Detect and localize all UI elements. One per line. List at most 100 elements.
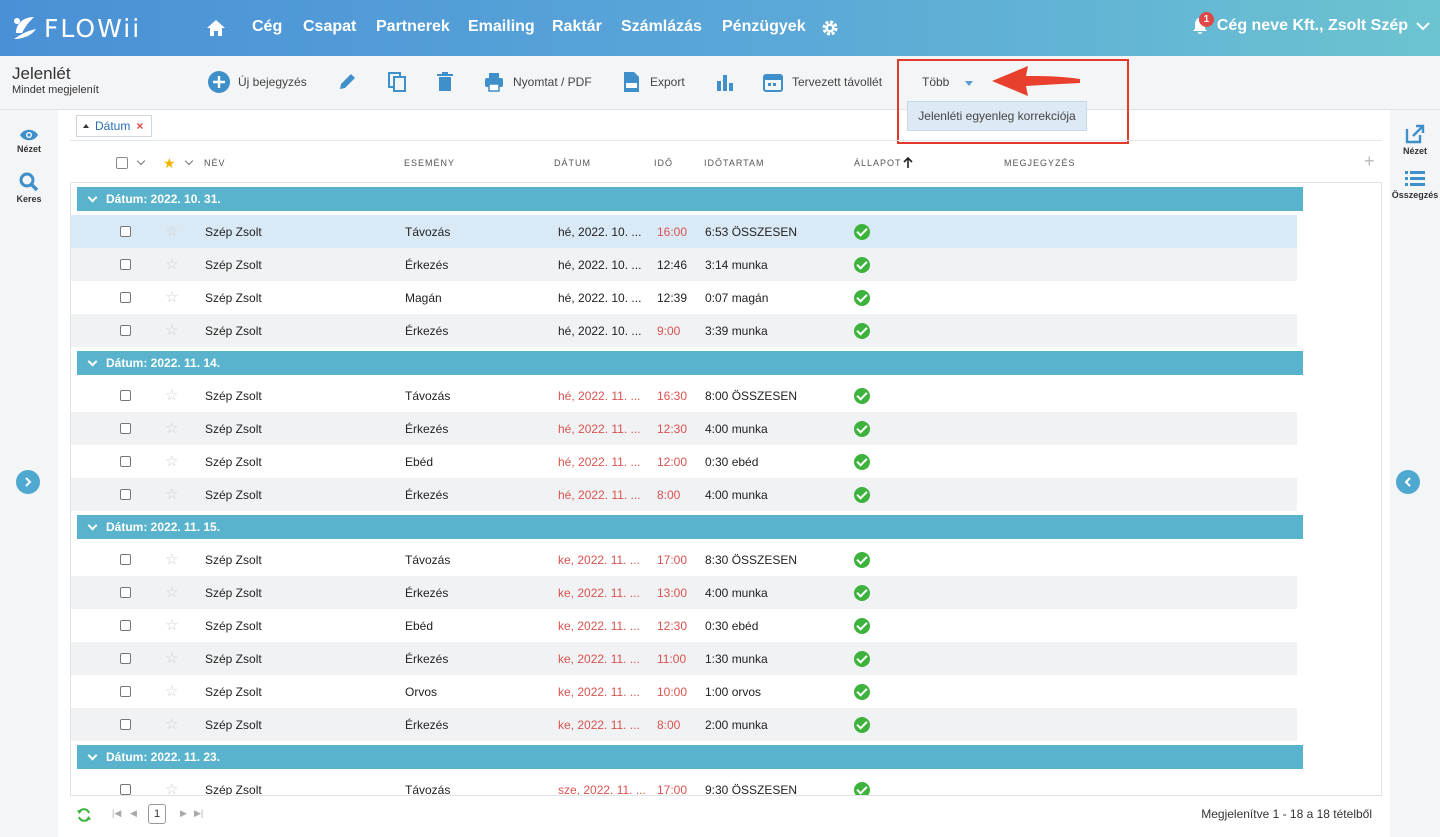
row-checkbox[interactable] <box>120 653 131 664</box>
nav-item-szamlazas[interactable]: Számlázás <box>621 18 702 36</box>
table-row[interactable]: ☆ Szép Zsolt Érkezés hé, 2022. 10. ... 9:00 3… <box>71 314 1297 347</box>
current-page[interactable]: 1 <box>148 804 166 824</box>
favorite-star-icon[interactable]: ☆ <box>165 257 178 272</box>
group-header[interactable]: Dátum: 2022. 10. 31. <box>77 187 1303 211</box>
column-header-duration[interactable]: IDŐTARTAM <box>704 158 765 168</box>
table-row[interactable]: ☆ Szép Zsolt Távozás hé, 2022. 11. ... 16:30… <box>71 379 1297 412</box>
nav-item-raktar[interactable]: Raktár <box>552 18 602 36</box>
gear-icon[interactable] <box>820 18 840 38</box>
column-header-event[interactable]: ESEMÉNY <box>404 158 455 168</box>
row-checkbox[interactable] <box>120 259 131 270</box>
chevron-down-icon[interactable] <box>87 520 98 530</box>
row-checkbox[interactable] <box>120 587 131 598</box>
planned-absence-button[interactable]: Tervezett távollét <box>762 68 882 96</box>
left-rail-search[interactable]: Keres <box>0 172 58 204</box>
chevron-down-icon[interactable] <box>87 192 98 202</box>
refresh-icon[interactable] <box>76 807 92 823</box>
add-column-icon[interactable]: + <box>1364 151 1375 172</box>
notification-bell-icon[interactable]: 1 <box>1191 12 1214 36</box>
print-pdf-button[interactable]: Nyomtat / PDF <box>483 68 592 96</box>
favorite-star-icon[interactable]: ☆ <box>165 684 178 699</box>
sort-ascending-icon[interactable] <box>903 156 913 169</box>
favorite-star-icon[interactable]: ☆ <box>165 454 178 469</box>
table-row[interactable]: ☆ Szép Zsolt Érkezés ke, 2022. 11. ... 8:00 2… <box>71 708 1297 741</box>
prev-page-icon[interactable]: ◀ <box>130 808 137 819</box>
dropdown-item-balance-correction[interactable]: Jelenléti egyenleg korrekciója <box>907 101 1087 131</box>
export-button[interactable]: Export <box>620 68 685 96</box>
row-checkbox[interactable] <box>120 325 131 336</box>
favorite-star-icon[interactable]: ☆ <box>165 323 178 338</box>
favorite-star-icon[interactable]: ☆ <box>165 421 178 436</box>
favorite-star-icon[interactable]: ☆ <box>165 585 178 600</box>
column-header-note[interactable]: MEGJEGYZÉS <box>1004 158 1076 168</box>
select-all-checkbox[interactable] <box>116 157 128 169</box>
table-row[interactable]: ☆ Szép Zsolt Ebéd hé, 2022. 11. ... 12:00 0:3… <box>71 445 1297 478</box>
nav-item-ceg[interactable]: Cég <box>252 18 282 36</box>
last-page-icon[interactable]: ▶| <box>194 808 203 819</box>
column-header-time[interactable]: IDŐ <box>654 158 673 168</box>
edit-button[interactable] <box>336 68 358 96</box>
row-checkbox[interactable] <box>120 390 131 401</box>
favorite-star-icon[interactable]: ☆ <box>165 782 178 795</box>
group-header[interactable]: Dátum: 2022. 11. 15. <box>77 515 1303 539</box>
new-entry-button[interactable]: Új bejegyzés <box>208 68 307 96</box>
row-checkbox[interactable] <box>120 226 131 237</box>
table-row[interactable]: ☆ Szép Zsolt Érkezés hé, 2022. 10. ... 12:46… <box>71 248 1297 281</box>
favorite-header-star-icon[interactable]: ★ <box>163 155 176 172</box>
row-checkbox[interactable] <box>120 784 131 795</box>
brand-logo[interactable]: FLOWii <box>12 12 141 44</box>
filter-chip-date[interactable]: Dátum × <box>76 115 153 137</box>
account-area[interactable]: 1 Cég neve Kft., Zsolt Szép <box>1191 12 1430 36</box>
row-checkbox[interactable] <box>120 620 131 631</box>
expand-right-panel-button[interactable] <box>1396 470 1420 494</box>
group-header[interactable]: Dátum: 2022. 11. 23. <box>77 745 1303 769</box>
nav-item-penzugyek[interactable]: Pénzügyek <box>722 18 806 36</box>
next-page-icon[interactable]: ▶ <box>180 808 187 819</box>
table-row[interactable]: ☆ Szép Zsolt Ebéd ke, 2022. 11. ... 12:30 0:3… <box>71 609 1297 642</box>
chevron-down-icon[interactable] <box>87 356 98 366</box>
group-header[interactable]: Dátum: 2022. 11. 14. <box>77 351 1303 375</box>
right-rail-summary[interactable]: Összegzés <box>1390 170 1440 200</box>
favorite-star-icon[interactable]: ☆ <box>165 290 178 305</box>
row-checkbox[interactable] <box>120 456 131 467</box>
row-checkbox[interactable] <box>120 554 131 565</box>
table-row[interactable]: ☆ Szép Zsolt Érkezés hé, 2022. 11. ... 8:00 4… <box>71 478 1297 511</box>
favorite-menu-chevron-icon[interactable] <box>184 156 194 166</box>
column-header-date[interactable]: DÁTUM <box>554 158 591 168</box>
home-icon[interactable] <box>206 18 226 38</box>
nav-item-emailing[interactable]: Emailing <box>468 18 535 36</box>
favorite-star-icon[interactable]: ☆ <box>165 651 178 666</box>
table-row[interactable]: ☆ Szép Zsolt Érkezés hé, 2022. 11. ... 12:30… <box>71 412 1297 445</box>
row-checkbox[interactable] <box>120 489 131 500</box>
statistics-button[interactable] <box>714 68 736 96</box>
copy-button[interactable] <box>386 68 408 96</box>
favorite-star-icon[interactable]: ☆ <box>165 552 178 567</box>
favorite-star-icon[interactable]: ☆ <box>165 388 178 403</box>
table-row[interactable]: ☆ Szép Zsolt Magán hé, 2022. 10. ... 12:39 0:… <box>71 281 1297 314</box>
table-row[interactable]: ☆ Szép Zsolt Érkezés ke, 2022. 11. ... 11:00… <box>71 642 1297 675</box>
row-checkbox[interactable] <box>120 292 131 303</box>
more-dropdown-button[interactable]: Több <box>922 75 974 89</box>
table-row[interactable]: ☆ Szép Zsolt Távozás hé, 2022. 10. ... 16:00… <box>71 215 1297 248</box>
first-page-icon[interactable]: |◀ <box>112 808 121 819</box>
column-header-status[interactable]: ÁLLAPOT <box>854 158 902 168</box>
favorite-star-icon[interactable]: ☆ <box>165 224 178 239</box>
row-checkbox[interactable] <box>120 423 131 434</box>
favorite-star-icon[interactable]: ☆ <box>165 487 178 502</box>
left-rail-view[interactable]: Nézet <box>0 128 58 154</box>
select-menu-chevron-icon[interactable] <box>136 156 146 166</box>
table-row[interactable]: ☆ Szép Zsolt Távozás sze, 2022. 11. ... 17:0… <box>71 773 1297 795</box>
chevron-down-icon[interactable] <box>1416 21 1430 31</box>
nav-item-partnerek[interactable]: Partnerek <box>376 18 450 36</box>
row-checkbox[interactable] <box>120 719 131 730</box>
nav-item-csapat[interactable]: Csapat <box>303 18 356 36</box>
remove-filter-icon[interactable]: × <box>136 119 143 133</box>
delete-button[interactable] <box>434 68 456 96</box>
table-row[interactable]: ☆ Szép Zsolt Távozás ke, 2022. 11. ... 17:00… <box>71 543 1297 576</box>
table-row[interactable]: ☆ Szép Zsolt Érkezés ke, 2022. 11. ... 13:00… <box>71 576 1297 609</box>
right-rail-view[interactable]: Nézet <box>1390 124 1440 156</box>
account-name[interactable]: Cég neve Kft., Zsolt Szép <box>1217 17 1408 35</box>
expand-left-panel-button[interactable] <box>16 470 40 494</box>
row-checkbox[interactable] <box>120 686 131 697</box>
table-row[interactable]: ☆ Szép Zsolt Orvos ke, 2022. 11. ... 10:00 1:… <box>71 675 1297 708</box>
